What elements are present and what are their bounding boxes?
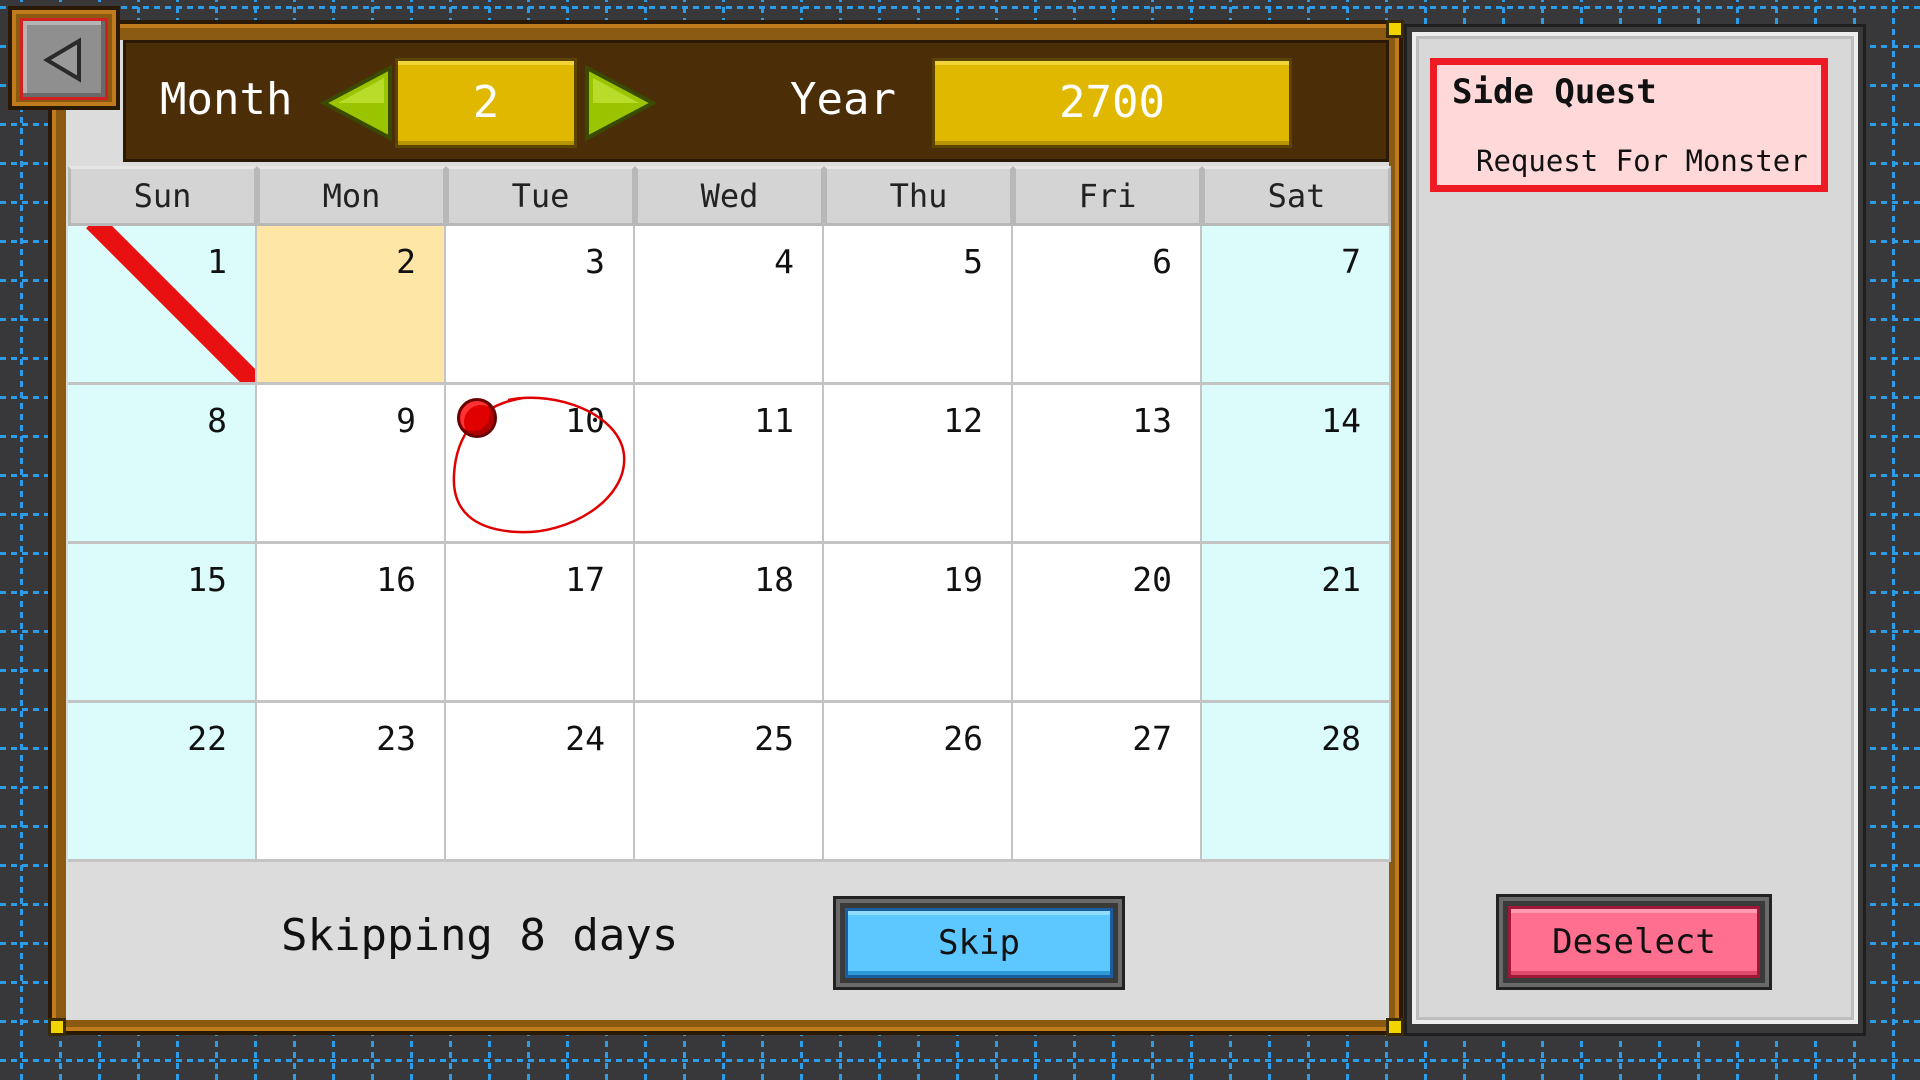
calendar-day-cell[interactable]: 12	[824, 385, 1013, 544]
grid-line	[20, 0, 23, 1080]
next-month-button[interactable]	[583, 64, 659, 146]
arrow-left-icon	[319, 64, 392, 142]
weekday-header: Tue	[446, 166, 635, 226]
calendar-days: 1 2 3 4 5 6 7 8 9 10 11 12 13 14 15 16 17 18 19 20 21 22 23 24 2…	[68, 226, 1391, 862]
calendar-day-cell[interactable]: 24	[446, 703, 635, 862]
day-number: 25	[754, 719, 794, 758]
quest-name: Request For Monster	[1476, 144, 1808, 178]
deselect-button-label: Deselect	[1508, 906, 1760, 978]
deselect-button[interactable]: Deselect	[1496, 894, 1772, 990]
back-button[interactable]	[20, 18, 108, 100]
frame-corner-post	[1386, 20, 1404, 38]
day-number: 18	[754, 560, 794, 599]
day-number: 12	[943, 401, 983, 440]
day-number: 28	[1321, 719, 1361, 758]
calendar-day-cell[interactable]: 21	[1202, 544, 1391, 703]
frame-corner-post	[1386, 1018, 1404, 1036]
day-number: 7	[1341, 242, 1361, 281]
weekday-header: Thu	[824, 166, 1013, 226]
day-number: 17	[565, 560, 605, 599]
arrow-right-icon	[585, 64, 658, 142]
calendar-day-cell[interactable]: 2	[257, 226, 446, 385]
weekday-header: Sat	[1202, 166, 1391, 226]
calendar-day-cell[interactable]: 9	[257, 385, 446, 544]
weekday-header: Fri	[1013, 166, 1202, 226]
day-number: 5	[963, 242, 983, 281]
day-number: 10	[565, 401, 605, 440]
calendar-day-cell[interactable]: 5	[824, 226, 1013, 385]
past-day-strike-icon	[86, 226, 255, 382]
calendar-day-cell[interactable]: 1	[68, 226, 257, 385]
month-value: 2	[395, 58, 577, 148]
day-number: 8	[207, 401, 227, 440]
day-number: 23	[376, 719, 416, 758]
calendar-day-cell[interactable]: 14	[1202, 385, 1391, 544]
calendar-day-cell[interactable]: 27	[1013, 703, 1202, 862]
year-value[interactable]: 2700	[932, 58, 1292, 148]
quest-title: Side Quest	[1452, 72, 1657, 112]
back-triangle-icon	[43, 37, 81, 83]
month-label: Month	[160, 74, 293, 125]
calendar-day-cell[interactable]: 11	[635, 385, 824, 544]
day-number: 14	[1321, 401, 1361, 440]
calendar-grid: Sun Mon Tue Wed Thu Fri Sat 1 2 3 4 5 6 7 8 9 10 1…	[68, 166, 1391, 862]
grid-line	[0, 6, 1920, 9]
calendar-day-cell[interactable]: 26	[824, 703, 1013, 862]
calendar-day-cell[interactable]: 15	[68, 544, 257, 703]
weekday-header: Wed	[635, 166, 824, 226]
calendar-day-cell[interactable]: 6	[1013, 226, 1202, 385]
weekday-header: Sun	[68, 166, 257, 226]
skip-button[interactable]: Skip	[833, 896, 1125, 990]
calendar-day-cell[interactable]: 3	[446, 226, 635, 385]
calendar-day-cell[interactable]: 16	[257, 544, 446, 703]
day-number: 20	[1132, 560, 1172, 599]
day-number: 11	[754, 401, 794, 440]
skip-button-label: Skip	[845, 908, 1113, 978]
calendar-day-cell[interactable]: 18	[635, 544, 824, 703]
day-number: 9	[396, 401, 416, 440]
grid-line	[0, 1059, 1920, 1062]
day-number: 26	[943, 719, 983, 758]
day-number: 4	[774, 242, 794, 281]
weekday-header: Mon	[257, 166, 446, 226]
day-number: 19	[943, 560, 983, 599]
calendar-day-cell[interactable]: 17	[446, 544, 635, 703]
calendar-day-cell[interactable]: 7	[1202, 226, 1391, 385]
calendar-day-cell[interactable]: 28	[1202, 703, 1391, 862]
day-number: 22	[187, 719, 227, 758]
day-number: 16	[376, 560, 416, 599]
day-number: 13	[1132, 401, 1172, 440]
calendar-day-cell[interactable]: 25	[635, 703, 824, 862]
grid-line	[1892, 0, 1895, 1080]
weekday-header-row: Sun Mon Tue Wed Thu Fri Sat	[68, 166, 1391, 226]
calendar-day-cell[interactable]: 22	[68, 703, 257, 862]
calendar-day-cell[interactable]: 23	[257, 703, 446, 862]
calendar-day-cell[interactable]: 13	[1013, 385, 1202, 544]
calendar-day-cell[interactable]: 4	[635, 226, 824, 385]
day-number: 3	[585, 242, 605, 281]
day-number: 24	[565, 719, 605, 758]
calendar-day-cell[interactable]: 20	[1013, 544, 1202, 703]
day-number: 27	[1132, 719, 1172, 758]
day-number: 1	[207, 242, 227, 281]
skip-status-text: Skipping 8 days	[281, 910, 679, 961]
day-number: 21	[1321, 560, 1361, 599]
year-label: Year	[790, 74, 896, 125]
day-number: 2	[396, 242, 416, 281]
frame-corner-post	[48, 1018, 66, 1036]
calendar-day-cell[interactable]: 19	[824, 544, 1013, 703]
prev-month-button[interactable]	[318, 64, 394, 146]
day-number: 15	[187, 560, 227, 599]
day-number: 6	[1152, 242, 1172, 281]
calendar-day-cell[interactable]: 8	[68, 385, 257, 544]
event-marker-icon	[457, 398, 497, 438]
